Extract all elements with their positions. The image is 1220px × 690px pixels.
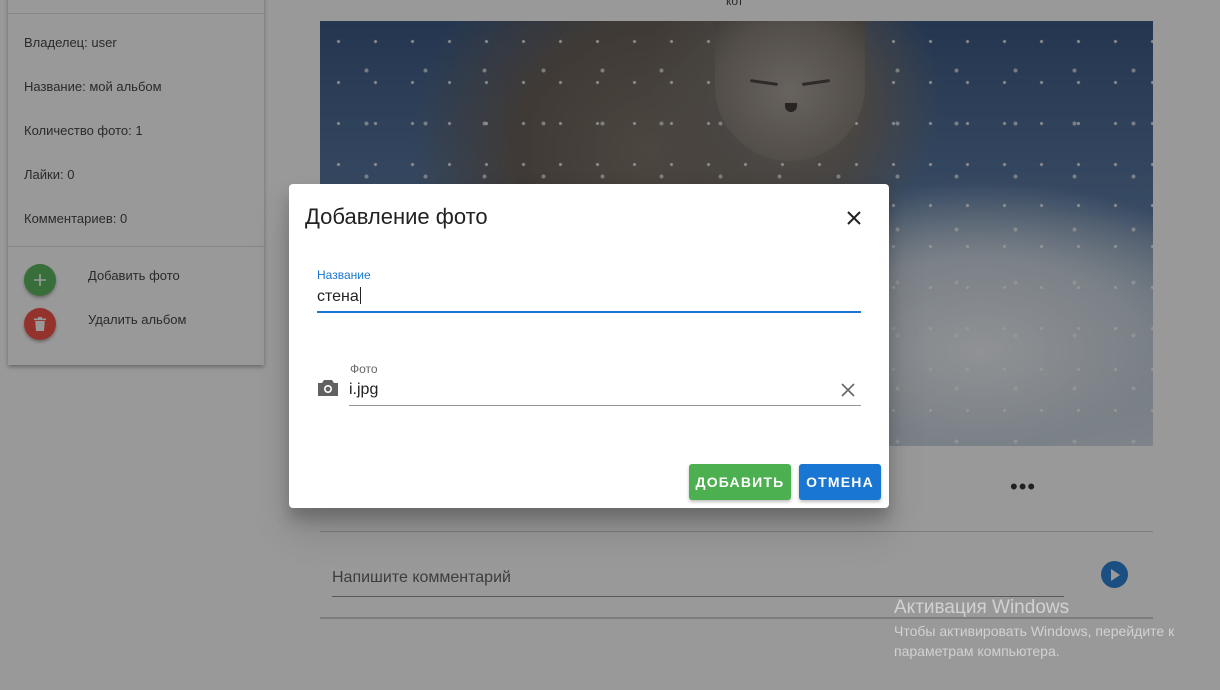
clear-icon <box>841 383 855 397</box>
photo-field-underline <box>349 405 861 406</box>
photo-file-field[interactable]: i.jpg <box>349 381 378 399</box>
watermark-title: Активация Windows <box>894 597 1070 618</box>
name-field-label: Название <box>317 268 371 282</box>
dialog-title: Добавление фото <box>305 204 488 229</box>
add-button[interactable]: ДОБАВИТЬ <box>689 464 791 500</box>
watermark-subtitle: Чтобы активировать Windows, перейдите к … <box>894 623 1175 659</box>
name-field-value[interactable]: стена <box>317 288 359 305</box>
add-photo-dialog: Добавление фото Название стена Фото i.jp… <box>289 184 889 508</box>
close-icon <box>847 211 861 225</box>
photo-field-label: Фото <box>350 362 378 376</box>
text-caret <box>359 287 361 304</box>
windows-activation-watermark: Активация Windows Чтобы активировать Win… <box>894 597 1214 661</box>
close-dialog-button[interactable] <box>842 206 866 230</box>
cancel-button[interactable]: ОТМЕНА <box>799 464 881 500</box>
name-field-underline <box>317 311 861 313</box>
clear-file-button[interactable] <box>838 380 858 400</box>
name-field[interactable]: стена <box>317 287 361 306</box>
camera-icon[interactable] <box>317 379 339 397</box>
